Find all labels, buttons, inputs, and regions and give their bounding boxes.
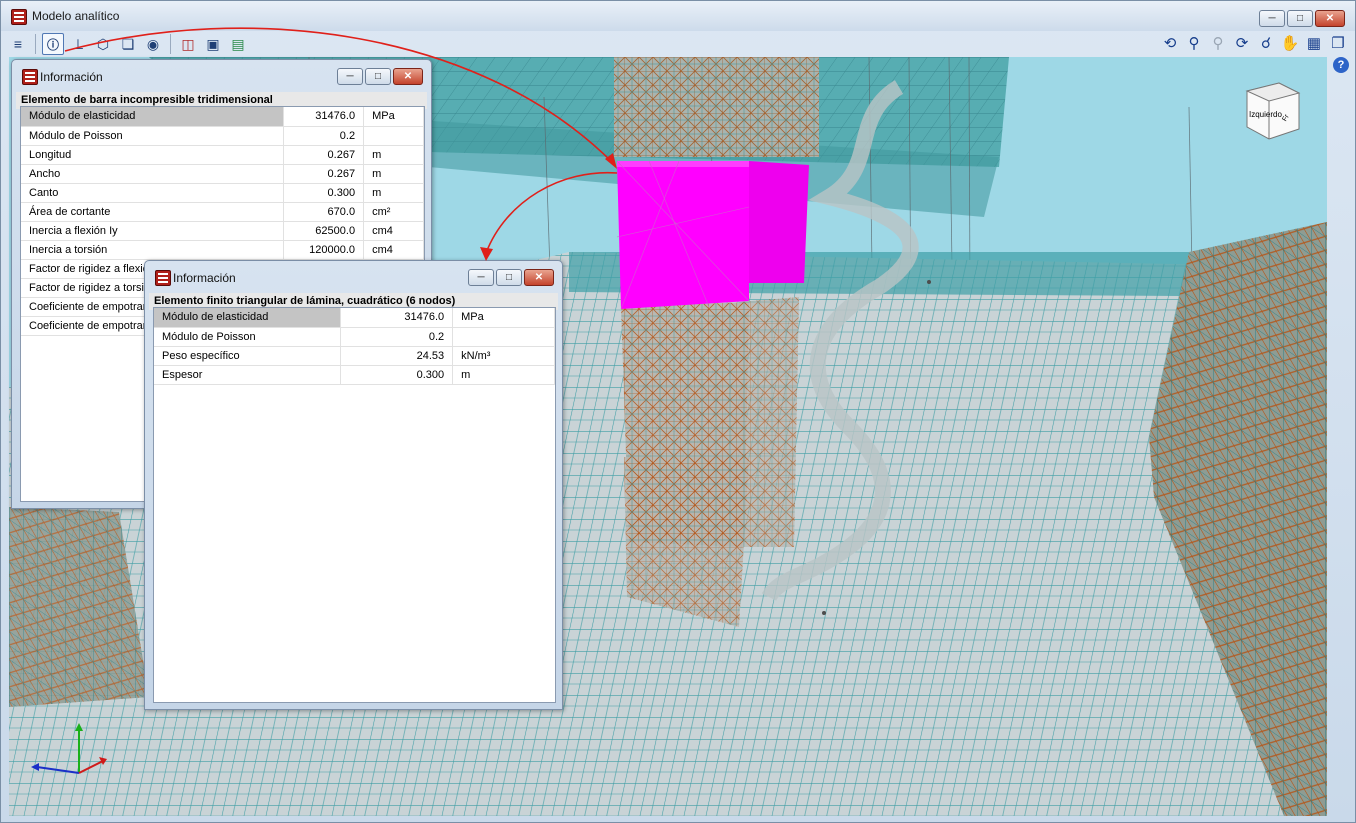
property-row[interactable]: Módulo de Poisson 0.2 <box>21 126 424 146</box>
property-row[interactable]: Módulo de Poisson 0.2 <box>154 327 555 347</box>
property-label: Ancho <box>21 164 285 184</box>
zoom-icon[interactable]: ☌ <box>1255 32 1277 54</box>
zoom-all-icon[interactable]: ⚲ <box>1183 32 1205 54</box>
property-unit: MPa <box>452 308 555 328</box>
property-row[interactable]: Área de cortante 670.0 cm² <box>21 202 424 222</box>
property-value: 0.2 <box>340 327 454 347</box>
property-label: Canto <box>21 183 285 203</box>
zoom-previous-icon[interactable]: ⟲ <box>1159 32 1181 54</box>
property-value: 0.300 <box>283 183 365 203</box>
minimize-button[interactable]: ─ <box>468 269 494 286</box>
cube-view-icon[interactable]: ⬡ <box>92 33 114 55</box>
property-unit: MPa <box>363 107 424 127</box>
layers-icon[interactable]: ≡ <box>7 33 29 55</box>
axis-indicator <box>31 723 107 774</box>
property-value: 62500.0 <box>283 221 365 241</box>
zoom-window-icon[interactable]: ⚲ <box>1207 32 1229 54</box>
property-row[interactable]: Espesor 0.300 m <box>154 365 555 385</box>
app-icon <box>11 9 27 25</box>
property-value: 0.300 <box>340 365 454 385</box>
maximize-button[interactable]: □ <box>496 269 522 286</box>
close-button[interactable]: ✕ <box>393 68 423 85</box>
info-window-icon <box>155 270 171 286</box>
main-window: Modelo analítico ─ □ ✕ ≡ ⓘ ⊥ ⬡ ❏ ◉ ◫ ▣ ▤… <box>0 0 1356 823</box>
property-row[interactable]: Longitud 0.267 m <box>21 145 424 165</box>
property-label: Inercia a torsión <box>21 240 285 260</box>
minimize-button[interactable]: ─ <box>337 68 363 85</box>
property-row[interactable]: Inercia a torsión 120000.0 cm4 <box>21 240 424 260</box>
capture-icon[interactable]: ▦ <box>1303 32 1325 54</box>
axes-icon[interactable]: ⊥ <box>67 33 89 55</box>
property-value: 31476.0 <box>340 308 454 328</box>
property-value: 670.0 <box>283 202 365 222</box>
help-icon[interactable]: ? <box>1333 57 1349 73</box>
info-window-title: Información <box>40 70 103 84</box>
close-button[interactable]: ✕ <box>524 269 554 286</box>
property-row[interactable]: Módulo de elasticidad 31476.0 MPa <box>154 308 555 328</box>
property-label: Módulo de Poisson <box>154 327 342 347</box>
property-unit: kN/m³ <box>452 346 555 366</box>
properties-panel: Módulo de elasticidad 31476.0 MPa Módulo de… <box>153 307 556 703</box>
property-value: 120000.0 <box>283 240 365 260</box>
property-value: 0.267 <box>283 145 365 165</box>
view-cube[interactable]: Izquierdo Fr <box>1239 79 1303 141</box>
properties-table: Módulo de elasticidad 31476.0 MPa Módulo de… <box>154 308 555 385</box>
property-unit: cm² <box>363 202 424 222</box>
property-unit <box>452 327 555 347</box>
info-window-icon <box>22 69 38 85</box>
property-label: Módulo de Poisson <box>21 126 285 146</box>
property-row[interactable]: Peso específico 24.53 kN/m³ <box>154 346 555 366</box>
visibility-icon[interactable]: ◉ <box>142 33 164 55</box>
maximize-button[interactable]: □ <box>1287 10 1313 27</box>
property-row[interactable]: Ancho 0.267 m <box>21 164 424 184</box>
info-window-shell: Información ─ □ ✕ Elemento finito triang… <box>144 260 563 710</box>
view-cube-left-label: Izquierdo <box>1249 110 1282 119</box>
minimize-button[interactable]: ─ <box>1259 10 1285 27</box>
property-label: Módulo de elasticidad <box>21 107 285 127</box>
book-icon[interactable]: ❐ <box>1327 32 1349 54</box>
property-label: Peso específico <box>154 346 342 366</box>
pan-icon[interactable]: ✋ <box>1279 32 1301 54</box>
split-view-icon[interactable]: ◫ <box>177 33 199 55</box>
info-window-title: Información <box>173 271 236 285</box>
info-icon[interactable]: ⓘ <box>42 33 64 55</box>
property-unit: m <box>363 164 424 184</box>
property-unit: m <box>363 145 424 165</box>
property-value: 0.267 <box>283 164 365 184</box>
fit-view-icon[interactable]: ▣ <box>202 33 224 55</box>
close-button[interactable]: ✕ <box>1315 10 1345 27</box>
property-row[interactable]: Canto 0.300 m <box>21 183 424 203</box>
property-value: 24.53 <box>340 346 454 366</box>
property-row[interactable]: Módulo de elasticidad 31476.0 MPa <box>21 107 424 127</box>
property-unit <box>363 126 424 146</box>
property-row[interactable]: Inercia a flexión Iy 62500.0 cm4 <box>21 221 424 241</box>
panel-view-icon[interactable]: ▤ <box>227 33 249 55</box>
toolbar-separator <box>170 34 171 54</box>
property-label: Inercia a flexión Iy <box>21 221 285 241</box>
property-value: 31476.0 <box>283 107 365 127</box>
property-unit: cm4 <box>363 240 424 260</box>
title-bar[interactable]: Modelo analítico ─ □ ✕ <box>1 1 1355 31</box>
section-view-icon[interactable]: ❏ <box>117 33 139 55</box>
view-toolbar: ⟲ ⚲ ⚲ ⟳ ☌ ✋ ▦ ❐ <box>1159 32 1349 56</box>
property-label: Espesor <box>154 365 342 385</box>
window-title: Modelo analítico <box>32 9 120 23</box>
property-label: Longitud <box>21 145 285 165</box>
rotate-icon[interactable]: ⟳ <box>1231 32 1253 54</box>
property-label: Área de cortante <box>21 202 285 222</box>
property-unit: m <box>452 365 555 385</box>
maximize-button[interactable]: □ <box>365 68 391 85</box>
main-toolbar: ≡ ⓘ ⊥ ⬡ ❏ ◉ ◫ ▣ ▤ <box>7 32 249 56</box>
toolbar-separator <box>35 34 36 54</box>
property-label: Módulo de elasticidad <box>154 308 342 328</box>
property-unit: m <box>363 183 424 203</box>
property-value: 0.2 <box>283 126 365 146</box>
property-unit: cm4 <box>363 221 424 241</box>
